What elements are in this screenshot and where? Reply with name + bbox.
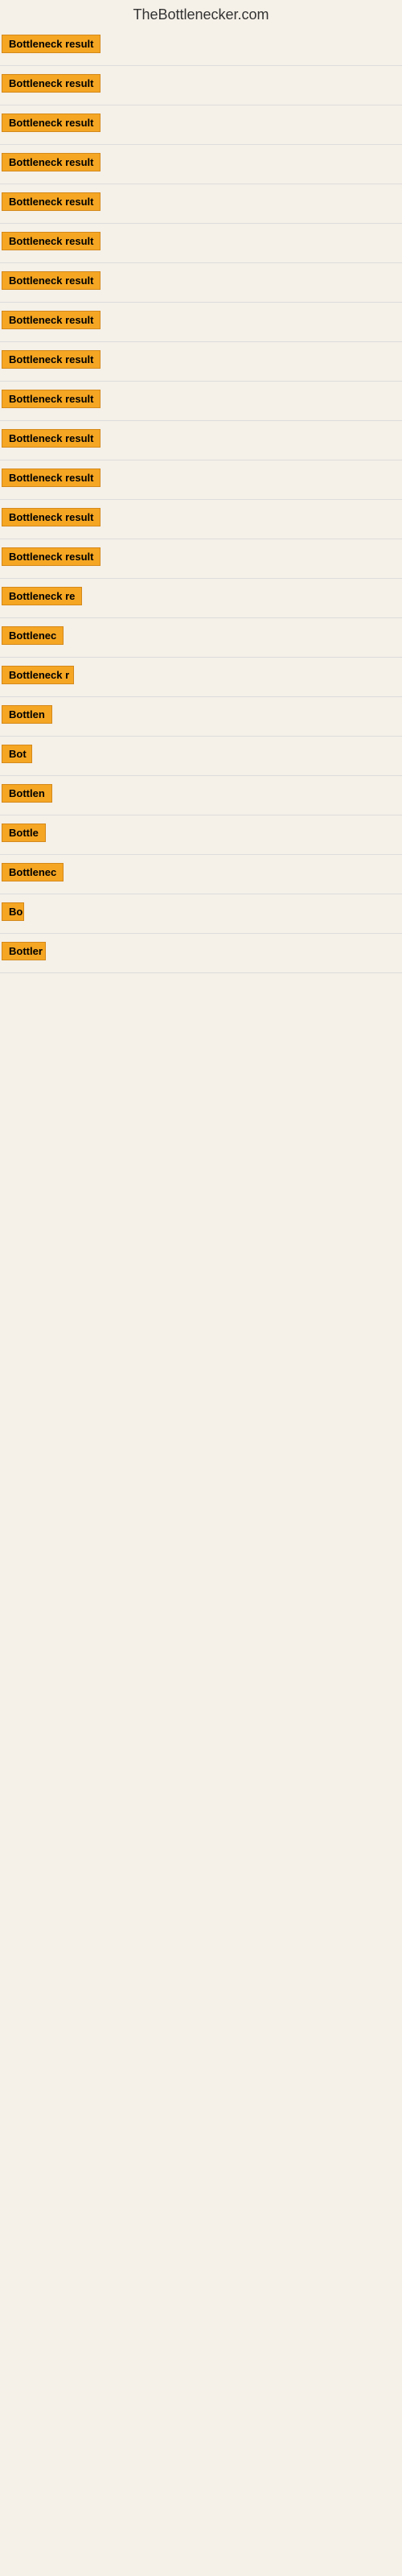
bottleneck-badge[interactable]: Bottlenec bbox=[2, 863, 64, 881]
result-row: Bottlen bbox=[0, 776, 402, 815]
result-row: Bottleneck result bbox=[0, 66, 402, 105]
bottleneck-badge[interactable]: Bottleneck result bbox=[2, 35, 100, 53]
result-row: Bottleneck result bbox=[0, 421, 402, 460]
bottleneck-badge[interactable]: Bottle bbox=[2, 824, 46, 842]
bottleneck-badge[interactable]: Bottleneck re bbox=[2, 587, 82, 605]
result-row: Bottleneck result bbox=[0, 145, 402, 184]
result-row: Bottleneck result bbox=[0, 460, 402, 500]
bottleneck-badge[interactable]: Bottleneck result bbox=[2, 311, 100, 329]
result-row: Bottler bbox=[0, 934, 402, 973]
result-row: Bottlenec bbox=[0, 855, 402, 894]
site-title: TheBottlenecker.com bbox=[0, 0, 402, 27]
bottleneck-badge[interactable]: Bottleneck r bbox=[2, 666, 74, 684]
bottleneck-badge[interactable]: Bottleneck result bbox=[2, 508, 100, 526]
bottleneck-badge[interactable]: Bottleneck result bbox=[2, 232, 100, 250]
result-row: Bottleneck result bbox=[0, 303, 402, 342]
page-container: TheBottlenecker.com Bottleneck resultBot… bbox=[0, 0, 402, 973]
result-row: Bottleneck result bbox=[0, 342, 402, 382]
result-row: Bottleneck result bbox=[0, 382, 402, 421]
result-row: Bottlenec bbox=[0, 618, 402, 658]
bottleneck-badge[interactable]: Bottleneck result bbox=[2, 429, 100, 448]
bottleneck-badge[interactable]: Bottleneck result bbox=[2, 74, 100, 93]
bottleneck-badge[interactable]: Bo bbox=[2, 902, 24, 921]
result-row: Bottlen bbox=[0, 697, 402, 737]
result-row: Bottleneck result bbox=[0, 184, 402, 224]
bottleneck-badge[interactable]: Bot bbox=[2, 745, 32, 763]
bottleneck-badge[interactable]: Bottleneck result bbox=[2, 271, 100, 290]
result-row: Bottleneck r bbox=[0, 658, 402, 697]
result-row: Bottle bbox=[0, 815, 402, 855]
result-row: Bot bbox=[0, 737, 402, 776]
bottleneck-badge[interactable]: Bottleneck result bbox=[2, 390, 100, 408]
bottleneck-badge[interactable]: Bottleneck result bbox=[2, 547, 100, 566]
bottleneck-badge[interactable]: Bottler bbox=[2, 942, 46, 960]
bottleneck-badge[interactable]: Bottlen bbox=[2, 784, 52, 803]
bottleneck-badge[interactable]: Bottleneck result bbox=[2, 153, 100, 171]
bottleneck-badge[interactable]: Bottlenec bbox=[2, 626, 64, 645]
bottleneck-badge[interactable]: Bottleneck result bbox=[2, 350, 100, 369]
result-row: Bottleneck result bbox=[0, 105, 402, 145]
result-row: Bottleneck result bbox=[0, 27, 402, 66]
result-row: Bottleneck re bbox=[0, 579, 402, 618]
result-row: Bottleneck result bbox=[0, 263, 402, 303]
result-row: Bottleneck result bbox=[0, 500, 402, 539]
bottleneck-badge[interactable]: Bottlen bbox=[2, 705, 52, 724]
result-row: Bottleneck result bbox=[0, 539, 402, 579]
bottleneck-badge[interactable]: Bottleneck result bbox=[2, 114, 100, 132]
bottleneck-badge[interactable]: Bottleneck result bbox=[2, 192, 100, 211]
result-row: Bo bbox=[0, 894, 402, 934]
results-list: Bottleneck result Bottleneck result Bottle… bbox=[0, 27, 402, 973]
result-row: Bottleneck result bbox=[0, 224, 402, 263]
bottleneck-badge[interactable]: Bottleneck result bbox=[2, 469, 100, 487]
